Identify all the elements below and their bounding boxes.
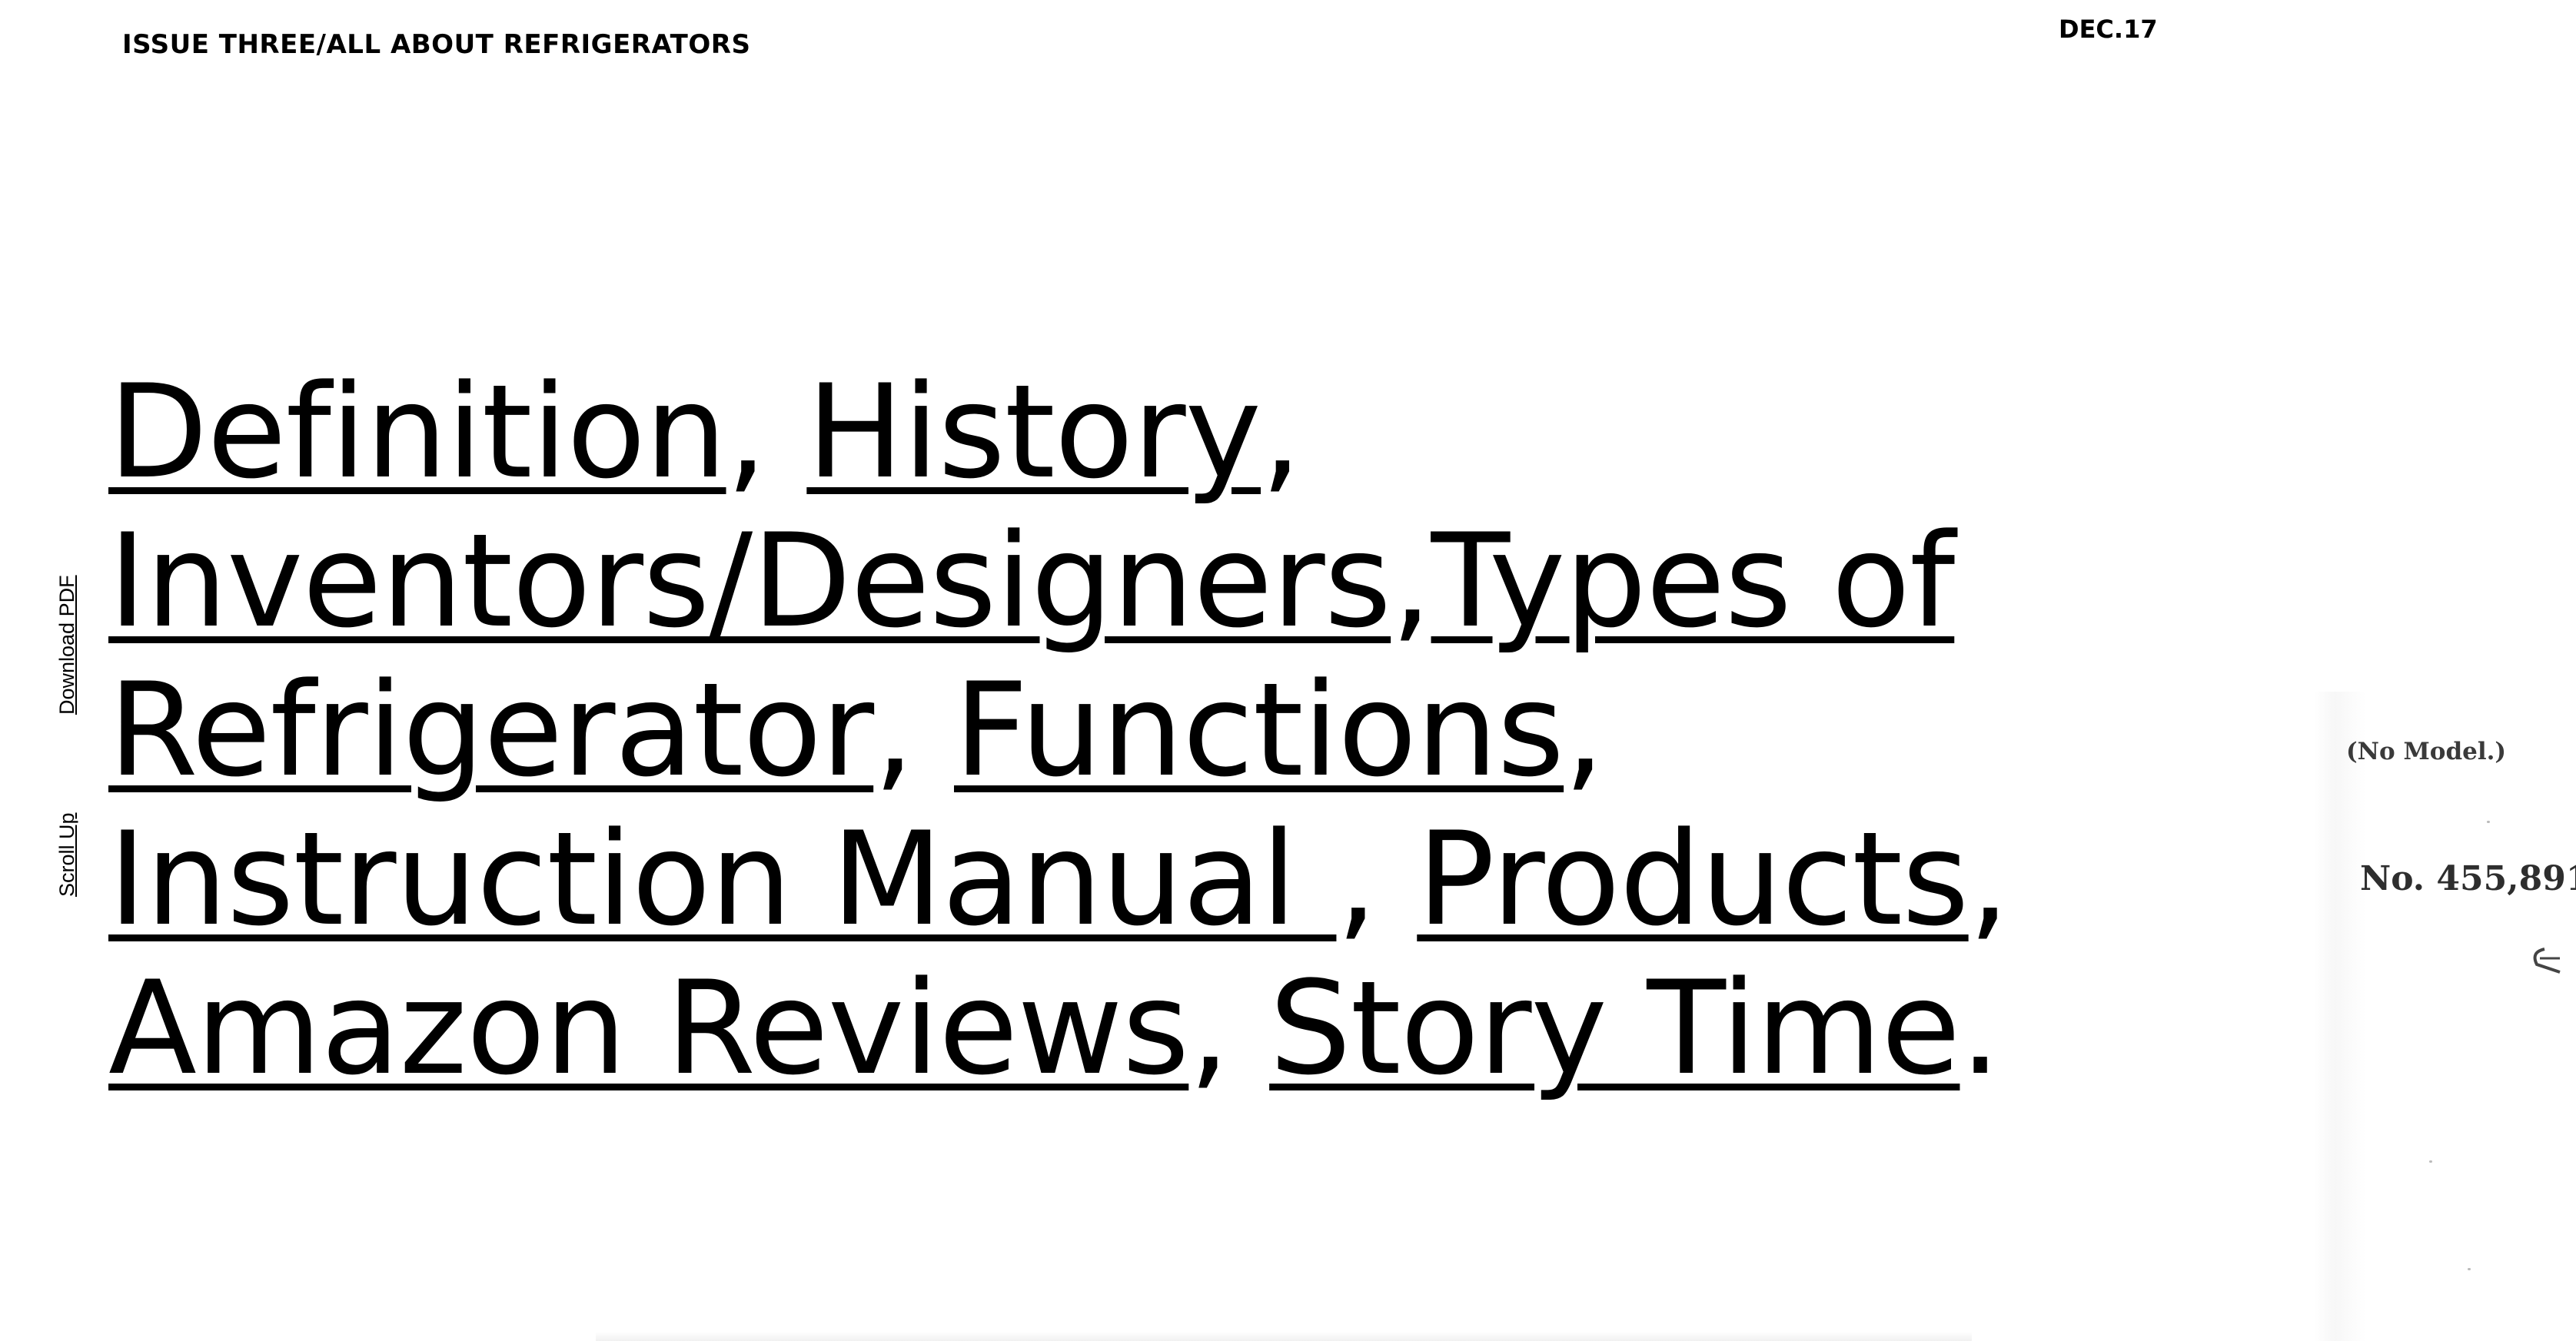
toc-link-story-time[interactable]: Story Time xyxy=(1269,953,1960,1104)
toc-link-history[interactable]: History xyxy=(806,357,1261,507)
toc-separator: , xyxy=(1336,804,1418,954)
patent-no-model-label: (No Model.) xyxy=(2346,738,2507,765)
patent-speck xyxy=(2468,1268,2471,1270)
toc-link-types-part-1: Types of xyxy=(1431,506,1956,656)
toc-link-types-part-2: Refrigerator xyxy=(108,655,874,805)
issue-title: ISSUE THREE/ALL ABOUT REFRIGERATORS xyxy=(122,29,751,60)
toc-line-1: Definition, History, xyxy=(108,357,1301,507)
toc-link-inventors-designers[interactable]: Inventors/Designers xyxy=(108,506,1391,656)
toc-link-instruction-manual[interactable]: Instruction Manual xyxy=(108,804,1336,954)
patent-speck xyxy=(2429,1160,2432,1163)
scroll-up-link[interactable]: Scroll Up xyxy=(55,812,79,897)
bottom-image-edge xyxy=(596,1332,1972,1341)
toc-separator: , xyxy=(873,655,954,805)
toc-link-types-of-refrigerator-cont[interactable]: Refrigerator xyxy=(108,655,874,805)
download-pdf-link[interactable]: Download PDF xyxy=(55,575,79,715)
patent-sketch-icon xyxy=(2533,948,2561,974)
toc-separator: , xyxy=(1188,953,1270,1104)
toc-line-4: Instruction Manual , Products, xyxy=(108,804,2009,954)
issue-date: DEC.17 xyxy=(2059,15,2158,44)
toc-link-types-of-refrigerator[interactable]: Types of xyxy=(1431,506,1956,656)
toc-line-5: Amazon Reviews, Story Time. xyxy=(108,954,2030,1103)
patent-drawing-image: (No Model.) No. 455,891 xyxy=(2314,692,2576,1341)
patent-speck xyxy=(2487,821,2490,823)
toc-terminator: . xyxy=(1959,953,2000,1104)
toc-line-2: Inventors/Designers,Types of xyxy=(108,506,1956,656)
toc-link-functions[interactable]: Functions xyxy=(954,655,1564,805)
toc-separator: , xyxy=(726,357,807,507)
toc-link-amazon-reviews[interactable]: Amazon Reviews xyxy=(108,953,1189,1104)
patent-number-label: No. 455,891 xyxy=(2360,859,2576,898)
toc-line-3: Refrigerator, Functions, xyxy=(108,655,1605,805)
table-of-contents: Definition, History, Inventors/Designers… xyxy=(108,357,2030,1103)
toc-link-definition[interactable]: Definition xyxy=(108,357,727,507)
toc-link-products[interactable]: Products xyxy=(1417,804,1969,954)
